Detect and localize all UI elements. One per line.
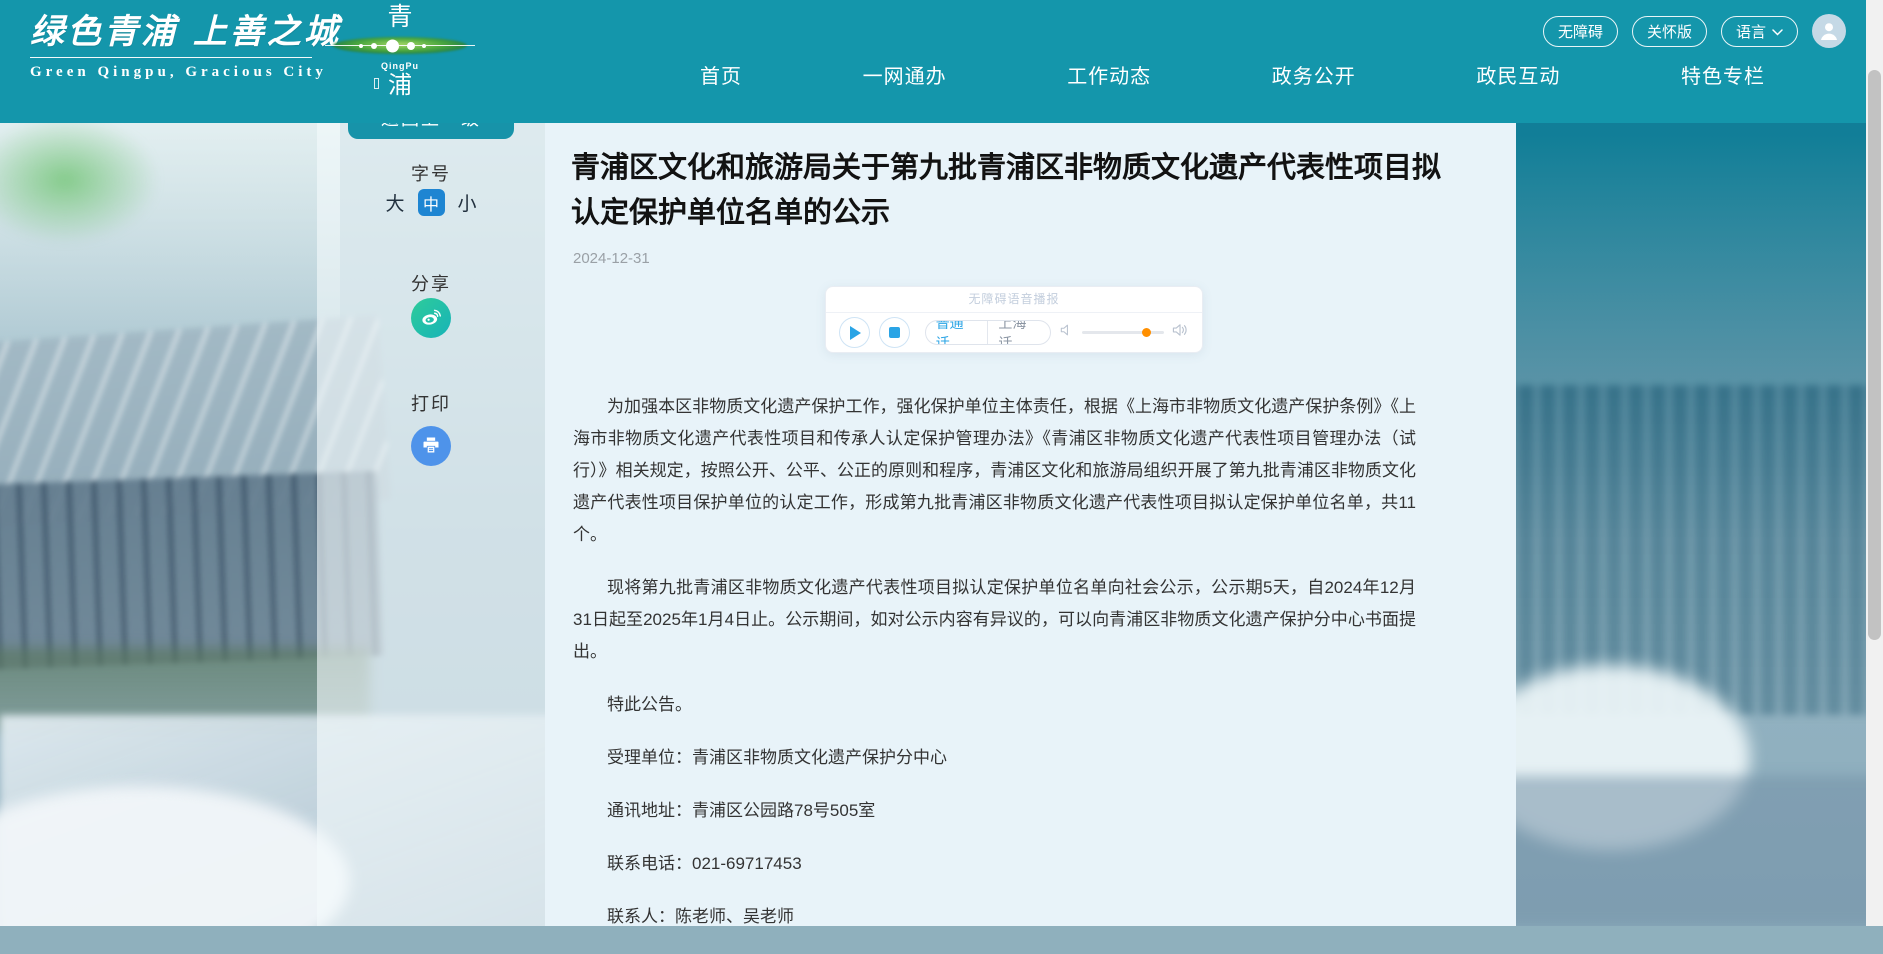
share-weibo-button[interactable] <box>411 298 451 338</box>
care-version-button[interactable]: 关怀版 <box>1632 16 1707 47</box>
nav-item-special[interactable]: 特色专栏 <box>1681 60 1765 89</box>
scrollbar-thumb[interactable] <box>1868 70 1881 640</box>
slogan-divider <box>30 57 312 58</box>
play-icon <box>850 326 861 340</box>
paragraph: 特此公告。 <box>573 689 1416 721</box>
printer-icon <box>421 435 441 458</box>
print-button[interactable] <box>411 426 451 466</box>
article-body: 为加强本区非物质文化遗产保护工作，强化保护单位主体责任，根据《上海市非物质文化遗… <box>573 391 1416 954</box>
volume-low-icon <box>1060 323 1074 342</box>
accessibility-button[interactable]: 无障碍 <box>1543 16 1618 47</box>
page-scrollbar[interactable] <box>1866 0 1883 926</box>
nav-item-work-news[interactable]: 工作动态 <box>1067 60 1151 89</box>
island-icon <box>325 35 475 57</box>
chevron-down-icon <box>1772 23 1783 40</box>
nav-item-home[interactable]: 首页 <box>700 60 742 89</box>
emblem-char-top: 青 <box>342 2 458 32</box>
article-title: 青浦区文化和旅游局关于第九批青浦区非物质文化遗产代表性项目拟认定保护单位名单的公… <box>571 146 1456 236</box>
site-header: 绿色青浦 上善之城 Green Qingpu, Gracious City 青 … <box>0 0 1883 123</box>
stop-button[interactable] <box>879 317 910 348</box>
paragraph: 联系电话：021-69717453 <box>573 848 1416 880</box>
weibo-icon <box>419 305 443 332</box>
voice-language-toggle: 普通话 上海话 <box>925 320 1051 345</box>
nav-item-services[interactable]: 一网通办 <box>863 60 947 89</box>
print-label: 打印 <box>317 390 545 416</box>
audio-player-title: 无障碍语音播报 <box>826 287 1202 313</box>
play-button[interactable] <box>839 317 870 348</box>
lang-shanghainese-button[interactable]: 上海话 <box>988 320 1050 345</box>
paragraph: 为加强本区非物质文化遗产保护工作，强化保护单位主体责任，根据《上海市非物质文化遗… <box>573 391 1416 551</box>
volume-control <box>1060 323 1189 342</box>
article-date: 2024-12-31 <box>573 250 1516 267</box>
photo-city-layer <box>1490 385 1883 715</box>
user-icon <box>1817 18 1841 45</box>
font-size-label: 字号 <box>317 160 545 186</box>
emblem-char-bottom: 浦 <box>342 72 458 100</box>
paragraph: 联系人：陈老师、吴老师 <box>573 901 1416 933</box>
volume-slider[interactable] <box>1082 331 1164 334</box>
user-avatar-button[interactable] <box>1812 14 1846 48</box>
lang-mandarin-button[interactable]: 普通话 <box>926 320 988 345</box>
font-size-small-button[interactable]: 小 <box>458 189 477 216</box>
language-button[interactable]: 语言 <box>1721 16 1798 47</box>
stop-icon <box>889 327 900 338</box>
emblem-label: QingPu <box>342 61 458 71</box>
volume-handle[interactable] <box>1142 328 1151 337</box>
photo-bottom-layer <box>1490 776 1883 926</box>
qingpu-emblem: 青 QingPu 浦 <box>342 2 458 100</box>
font-size-switcher: 大 中 小 <box>317 189 545 216</box>
font-size-large-button[interactable]: 大 <box>385 189 404 216</box>
nav-item-gov-info[interactable]: 政务公开 <box>1272 60 1356 89</box>
nav-item-interaction[interactable]: 政民互动 <box>1476 60 1560 89</box>
emblem-seal <box>374 78 379 89</box>
main-nav: 首页 一网通办 工作动态 政务公开 政民互动 特色专栏 <box>700 60 1765 89</box>
slogan-chinese: 绿色青浦 上善之城 <box>30 10 341 54</box>
header-actions: 无障碍 关怀版 语言 <box>1543 14 1846 48</box>
site-logo: 绿色青浦 上善之城 Green Qingpu, Gracious City <box>30 10 341 81</box>
sidebar: 返回上一级 字号 大 中 小 分享 打印 <box>317 123 545 926</box>
paragraph: 受理单位：青浦区非物质文化遗产保护分中心 <box>573 742 1416 774</box>
share-label: 分享 <box>317 270 545 296</box>
audio-player-controls: 普通话 上海话 <box>826 313 1202 352</box>
slogan-english: Green Qingpu, Gracious City <box>30 64 341 81</box>
paragraph: 现将第九批青浦区非物质文化遗产代表性项目拟认定保护单位名单向社会公示，公示期5天… <box>573 572 1416 668</box>
article-panel: 青浦区文化和旅游局关于第九批青浦区非物质文化遗产代表性项目拟认定保护单位名单的公… <box>545 123 1516 926</box>
volume-high-icon <box>1172 323 1189 342</box>
audio-player: 无障碍语音播报 普通话 上海话 <box>825 286 1203 353</box>
font-size-medium-button[interactable]: 中 <box>418 189 445 216</box>
paragraph: 通讯地址：青浦区公园路78号505室 <box>573 795 1416 827</box>
